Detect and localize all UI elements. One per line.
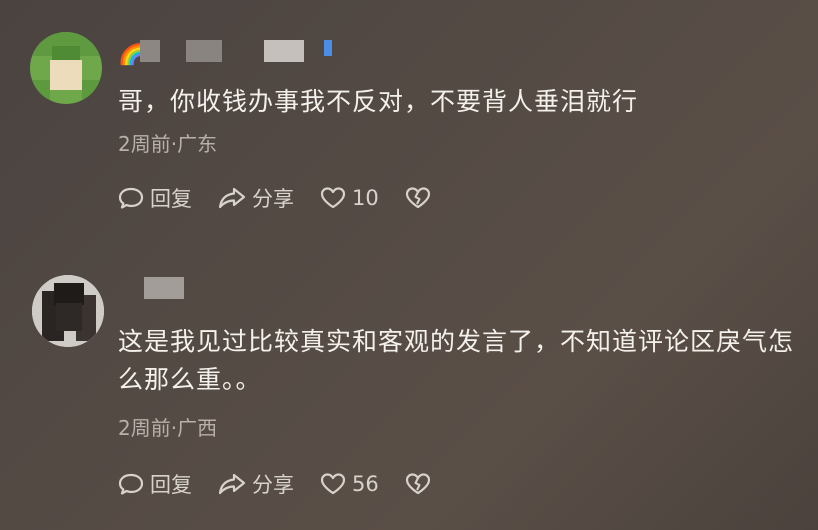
dislike-icon — [405, 473, 430, 495]
share-label: 分享 — [252, 187, 294, 211]
reply-label: 回复 — [150, 473, 192, 497]
like-count: 10 — [352, 186, 379, 210]
like-icon — [320, 473, 346, 495]
comment-item: 这是我见过比较真实和客观的发言了，不知道评论区戾气怎 么那么重。。 2周前·广西… — [0, 245, 818, 530]
share-button[interactable]: 分享 — [218, 183, 294, 213]
comment-text: 这是我见过比较真实和客观的发言了，不知道评论区戾气怎 么那么重。。 — [118, 327, 795, 394]
like-button[interactable]: 10 — [320, 186, 379, 210]
avatar[interactable] — [32, 275, 104, 347]
share-button[interactable]: 分享 — [218, 469, 294, 499]
dislike-button[interactable] — [405, 472, 431, 496]
comment-item: 🌈 哥，你收钱办事我不反对，不要背人垂泪就行 2周前·广东 回复 分享 10 — [0, 0, 818, 245]
reply-button[interactable]: 回复 — [118, 469, 192, 499]
share-icon — [218, 473, 246, 495]
action-bar: 回复 分享 10 — [118, 183, 457, 213]
share-icon — [218, 187, 246, 209]
like-button[interactable]: 56 — [320, 472, 379, 496]
dislike-button[interactable] — [405, 186, 431, 210]
avatar[interactable] — [30, 32, 102, 104]
reply-icon — [118, 473, 144, 495]
comment-meta: 2周前·广东 — [118, 132, 218, 156]
action-bar: 回复 分享 56 — [118, 469, 457, 499]
comment-meta: 2周前·广西 — [118, 416, 218, 440]
share-label: 分享 — [252, 473, 294, 497]
comment-text: 哥，你收钱办事我不反对，不要背人垂泪就行 — [118, 87, 639, 116]
reply-button[interactable]: 回复 — [118, 183, 192, 213]
like-icon — [320, 187, 346, 209]
reply-label: 回复 — [150, 187, 192, 211]
reply-icon — [118, 187, 144, 209]
dislike-icon — [405, 187, 430, 209]
like-count: 56 — [352, 472, 379, 496]
